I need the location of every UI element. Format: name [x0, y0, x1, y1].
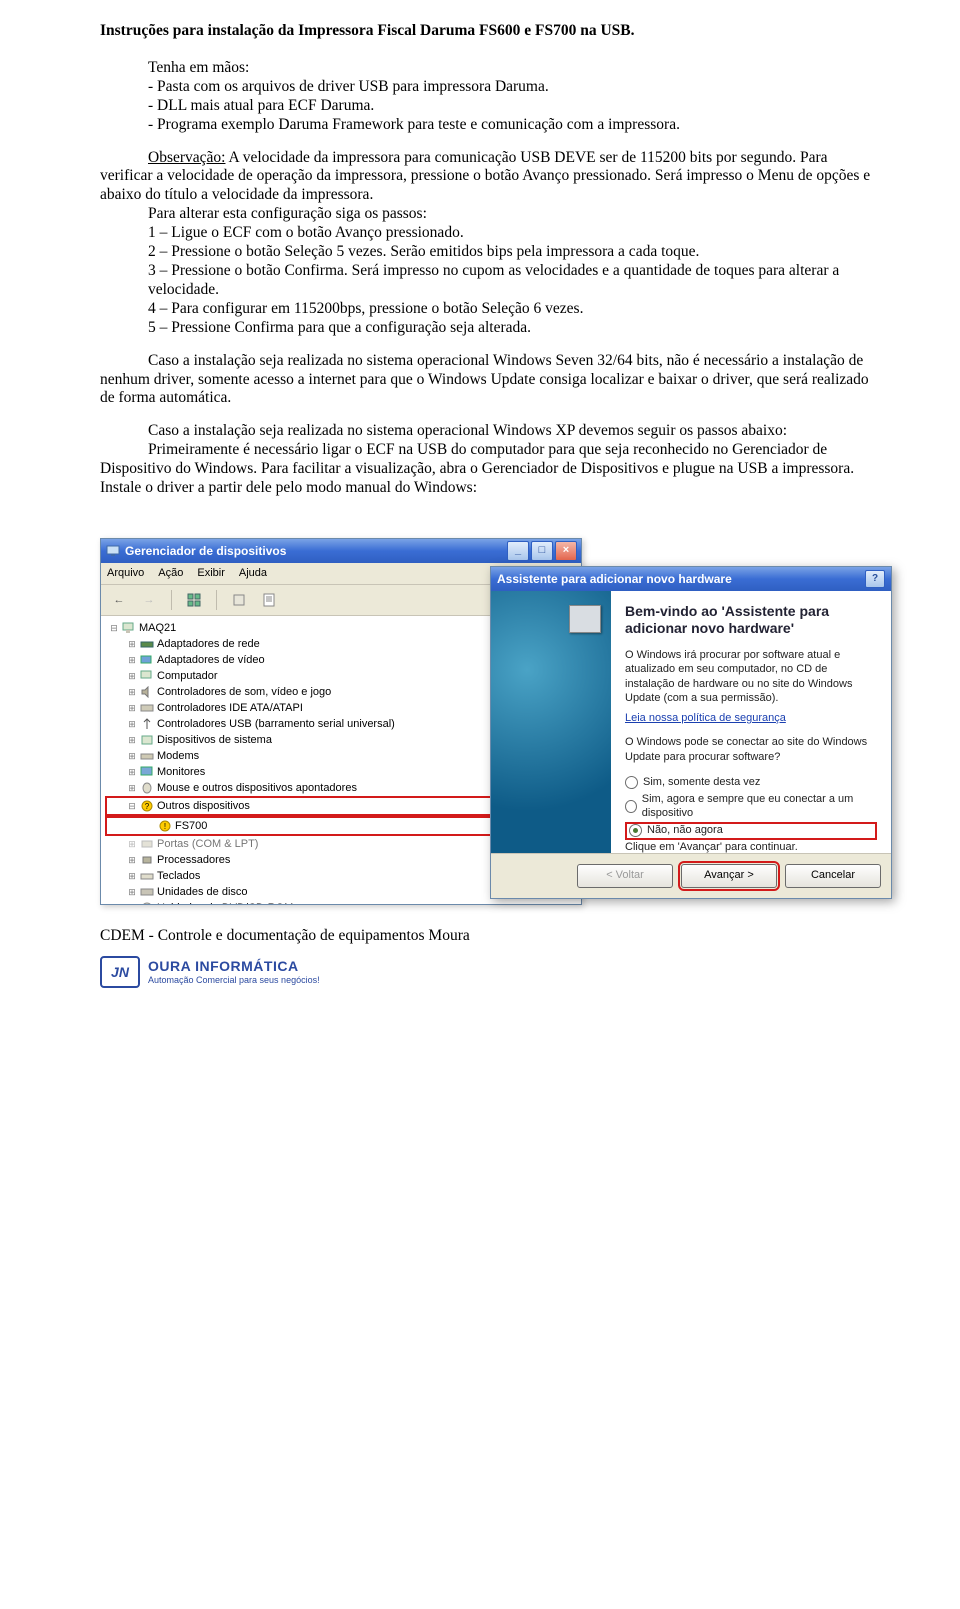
wizard-title: Assistente para adicionar novo hardware [497, 572, 732, 587]
paragraph-seven: Caso a instalação seja realizada no sist… [100, 352, 880, 409]
steps-intro: Para alterar esta configuração siga os p… [100, 205, 880, 224]
display-adapter-icon [139, 653, 154, 667]
intro-item: - Pasta com os arquivos de driver USB pa… [100, 78, 880, 97]
dvd-icon [139, 901, 154, 904]
ide-icon [139, 701, 154, 715]
warning-device-icon: ! [157, 819, 172, 833]
unknown-device-icon: ? [139, 799, 154, 813]
menu-acao[interactable]: Ação [158, 567, 183, 580]
logo-text-line1: OURA INFORMÁTICA [148, 958, 320, 975]
wizard-question: O Windows pode se conectar ao site do Wi… [625, 735, 877, 764]
ports-icon [139, 837, 154, 851]
step-line: 2 – Pressione o botão Seleção 5 vezes. S… [100, 243, 880, 262]
radio-yes-always[interactable]: Sim, agora e sempre que eu conectar a um… [625, 791, 877, 822]
processor-icon [139, 853, 154, 867]
close-button[interactable]: × [555, 541, 577, 561]
obs-label: Observação: [148, 149, 225, 166]
wizard-heading: Bem-vindo ao 'Assistente para adicionar … [625, 603, 877, 638]
menu-arquivo[interactable]: Arquivo [107, 567, 144, 580]
logo-text-line2: Automação Comercial para seus negócios! [148, 975, 320, 986]
toolbar-refresh-icon[interactable] [257, 588, 281, 612]
toolbar-view-icon[interactable] [182, 588, 206, 612]
hardware-icon [569, 605, 601, 633]
modem-icon [139, 749, 154, 763]
wizard-help-button[interactable]: ? [865, 570, 885, 588]
tree-item[interactable]: ⊞Unidades de DVD/CD-ROM [107, 900, 579, 904]
cancel-button[interactable]: Cancelar [785, 864, 881, 888]
paragraph-xp-body: Primeiramente é necessário ligar o ECF n… [100, 441, 880, 498]
step-line: 3 – Pressione o botão Confirma. Será imp… [100, 262, 880, 300]
wizard-titlebar[interactable]: Assistente para adicionar novo hardware … [491, 567, 891, 591]
step-line: 4 – Para configurar em 115200bps, pressi… [100, 300, 880, 319]
paragraph-xp-intro: Caso a instalação seja realizada no sist… [100, 422, 880, 441]
intro-label: Tenha em mãos: [100, 59, 880, 78]
mouse-icon [139, 781, 154, 795]
disk-icon [139, 885, 154, 899]
next-button[interactable]: Avançar > [681, 864, 777, 888]
step-line: 5 – Pressione Confirma para que a config… [100, 319, 880, 338]
company-logo: JN OURA INFORMÁTICA Automação Comercial … [100, 956, 880, 988]
sound-icon [139, 685, 154, 699]
back-button: < Voltar [577, 864, 673, 888]
device-manager-title: Gerenciador de dispositivos [125, 544, 286, 559]
intro-item: - DLL mais atual para ECF Daruma. [100, 97, 880, 116]
network-adapter-icon [139, 637, 154, 651]
svg-text:?: ? [144, 802, 149, 811]
computer-category-icon [139, 669, 154, 683]
logo-badge-icon: JN [100, 956, 140, 988]
wizard-hint: Clique em 'Avançar' para continuar. [625, 840, 877, 854]
menu-exibir[interactable]: Exibir [197, 567, 225, 580]
keyboard-icon [139, 869, 154, 883]
toolbar-properties-icon[interactable] [227, 588, 251, 612]
maximize-button[interactable]: □ [531, 541, 553, 561]
wizard-sidebar [491, 591, 611, 853]
svg-text:!: ! [163, 822, 165, 831]
radio-yes-once[interactable]: Sim, somente desta vez [625, 774, 877, 791]
device-manager-icon [105, 543, 121, 559]
step-line: 1 – Ligue o ECF com o botão Avanço press… [100, 224, 880, 243]
usb-controller-icon [139, 717, 154, 731]
wizard-paragraph: O Windows irá procurar por software atua… [625, 648, 877, 705]
hardware-wizard-dialog: Assistente para adicionar novo hardware … [490, 566, 892, 899]
computer-icon [121, 621, 136, 635]
screenshot-region: Gerenciador de dispositivos _ □ × Arquiv… [100, 538, 890, 905]
forward-button[interactable]: → [137, 588, 161, 612]
radio-no[interactable]: Não, não agora [625, 822, 877, 839]
intro-item: - Programa exemplo Daruma Framework para… [100, 116, 880, 135]
privacy-link[interactable]: Leia nossa política de segurança [625, 712, 786, 724]
system-device-icon [139, 733, 154, 747]
device-manager-titlebar[interactable]: Gerenciador de dispositivos _ □ × [101, 539, 581, 563]
minimize-button[interactable]: _ [507, 541, 529, 561]
back-button[interactable]: ← [107, 588, 131, 612]
monitor-icon [139, 765, 154, 779]
document-footer-line: CDEM - Controle e documentação de equipa… [100, 927, 880, 946]
page-title: Instruções para instalação da Impressora… [100, 22, 880, 41]
menu-ajuda[interactable]: Ajuda [239, 567, 267, 580]
